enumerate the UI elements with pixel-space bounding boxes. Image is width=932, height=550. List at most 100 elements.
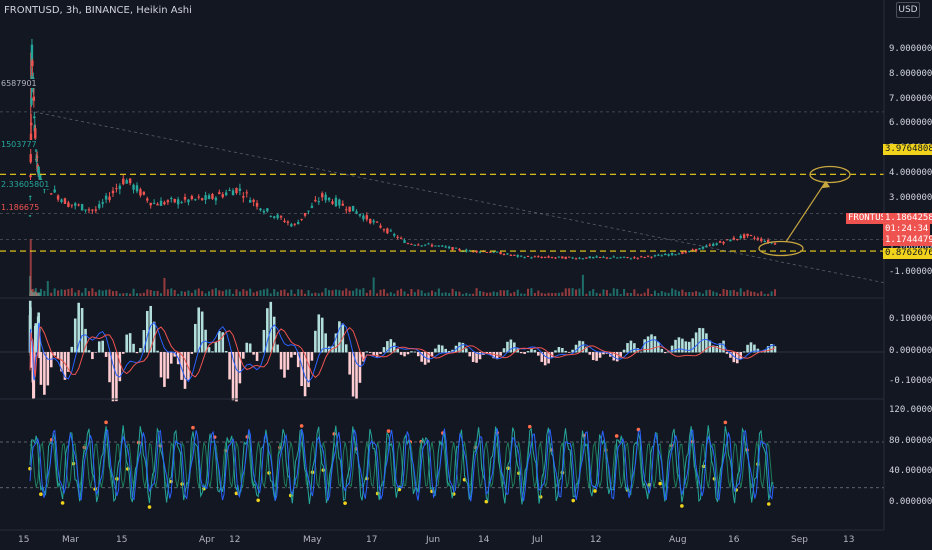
volume-bar [84,288,87,296]
price-candle [478,251,482,253]
macd-histogram-bar [591,352,595,361]
volume-bar [406,293,409,296]
price-candle [670,252,674,255]
price-candle [207,195,211,199]
time-tick: May [303,535,322,545]
price-candle [180,202,183,204]
volume-bar [74,292,77,296]
price-candle [33,116,36,119]
macd-histogram-bar [561,347,564,353]
macd-histogram-bar [509,339,513,353]
price-candle [262,210,266,213]
price-candle [224,192,228,196]
macd-histogram-bar [756,348,760,353]
price-candle [63,198,67,204]
macd-tick: 0.10000000 [889,314,932,324]
left-label-1: 6587901 [0,79,38,88]
volume-bar [60,289,63,296]
price-candle [128,178,132,184]
chart-canvas[interactable] [0,0,932,550]
macd-histogram-bar [166,352,170,379]
time-tick: 15 [18,535,30,545]
rsi-signal-dot [343,501,347,505]
volume-bar [482,291,485,296]
volume-bar [293,293,296,296]
currency-button[interactable]: USD [896,2,920,18]
macd-histogram-bar [368,352,372,353]
volume-bar [657,293,660,296]
price-candle [540,257,543,259]
macd-histogram-bar [646,336,650,353]
price-candle [211,193,214,199]
macd-tick: 0.00000000 [889,346,932,356]
price-candle [132,184,135,190]
macd-histogram-bar [163,352,166,387]
volume-bar [671,288,674,296]
volume-bar [269,293,272,296]
volume-bar [451,288,454,296]
macd-histogram-bar [262,329,266,353]
volume-bar [122,293,125,296]
volume-bar [400,288,403,296]
volume-bar [701,293,704,296]
macd-histogram-bar [389,339,393,353]
price-candle [722,242,725,244]
left-label-2: 1503777 [0,140,38,149]
price-candle [36,156,39,158]
volume-bar [386,293,389,296]
volume-bar [746,289,749,296]
price-candle [564,256,567,259]
price-candle [156,203,159,206]
volume-bar [756,293,759,296]
volume-bar [605,290,608,296]
countdown-tag: 01:24:34 [883,224,931,235]
price-candle [183,197,187,200]
chart-title: FRONTUSD, 3h, BINANCE, Heikin Ashi [4,5,192,16]
price-candle [321,193,324,198]
volume-bar [228,289,231,296]
price-candle [221,194,224,198]
price-candle [585,257,588,259]
price-candle [389,230,393,232]
price-candle [708,244,712,246]
volume-bar [201,291,204,296]
price-candle [386,228,389,234]
rsi-signal-dot [39,492,43,496]
price-candle [34,128,37,139]
macd-histogram-bar [145,310,149,353]
macd-histogram-bar [650,334,653,353]
volume-bar [499,290,502,296]
price-candle [664,253,667,256]
price-candle [324,194,327,201]
volume-bar [588,291,591,296]
volume-bar [358,289,361,296]
macd-histogram-bar [615,352,619,362]
price-candle [135,185,139,192]
macd-histogram-bar [115,352,118,402]
price-candle [70,204,74,206]
macd-histogram-bar [464,348,468,353]
time-tick: Aug [669,535,687,545]
volume-bar [273,289,276,296]
macd-histogram-bar [228,352,231,380]
price-candle [94,209,98,211]
volume-bar [732,289,735,296]
volume-bar [461,293,464,296]
macd-histogram-bar [691,338,694,353]
price-candle [204,195,207,200]
rsi-signal-dot [104,420,108,425]
price-candle [612,256,615,258]
macd-histogram-bar [413,351,417,353]
price-candle [152,202,156,204]
volume-bar [156,290,159,296]
price-candle [214,197,218,201]
price-candle [653,255,657,257]
volume-bar [266,288,269,296]
macd-histogram-bar [218,331,221,353]
price-candle [31,60,34,67]
macd-histogram-bar [519,352,523,354]
volume-bar [129,293,132,296]
volume-bar [496,292,499,296]
price-candle [307,210,310,212]
price-candle [297,222,300,225]
